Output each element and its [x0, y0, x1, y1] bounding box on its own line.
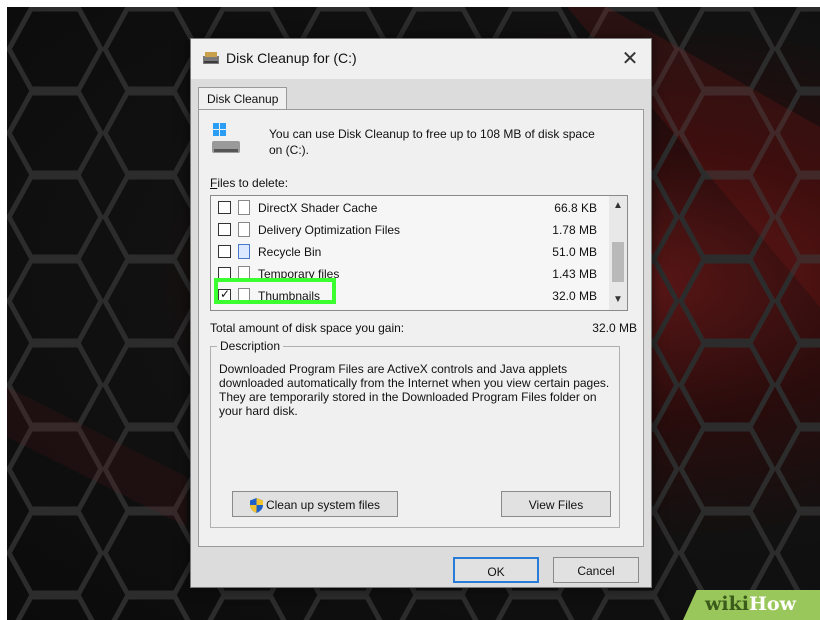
description-text: Downloaded Program Files are ActiveX con… — [219, 362, 610, 418]
close-icon: ✕ — [621, 48, 639, 70]
checkbox[interactable] — [218, 201, 231, 214]
list-scrollbar[interactable]: ▲ ▼ — [609, 196, 627, 310]
intro-text: You can use Disk Cleanup to free up to 1… — [269, 127, 595, 157]
clean-up-system-files-label: Clean up system files — [265, 498, 381, 512]
tab-disk-cleanup[interactable]: Disk Cleanup — [198, 87, 288, 110]
ok-button[interactable]: OK — [453, 557, 539, 583]
file-size: 32.0 MB — [552, 289, 597, 303]
recycle-bin-icon — [238, 244, 250, 259]
file-size: 1.78 MB — [552, 223, 597, 237]
scroll-thumb[interactable] — [612, 242, 624, 282]
checkbox[interactable] — [218, 223, 231, 236]
view-files-button[interactable]: View Files — [501, 491, 611, 517]
thumbnails-highlight-box — [214, 278, 336, 304]
files-to-delete-label: Files to delete: — [210, 176, 288, 190]
clean-up-system-files-button[interactable]: Clean up system files — [232, 491, 398, 517]
wikihow-watermark: wikiHow — [683, 590, 820, 620]
file-size: 66.8 KB — [554, 201, 597, 215]
checkbox[interactable] — [218, 245, 231, 258]
total-space-value: 32.0 MB — [592, 321, 637, 335]
scroll-down-icon[interactable]: ▼ — [609, 292, 627, 308]
tab-strip: Disk Cleanup — [191, 79, 651, 110]
file-size: 51.0 MB — [552, 245, 597, 259]
file-size: 1.43 MB — [552, 267, 597, 281]
disk-cleanup-app-icon — [203, 52, 219, 64]
title-bar[interactable]: Disk Cleanup for (C:) ✕ — [191, 39, 651, 79]
uac-shield-icon — [249, 498, 263, 514]
total-space-label: Total amount of disk space you gain: — [210, 321, 405, 335]
file-name: Recycle Bin — [258, 245, 322, 259]
file-name: Delivery Optimization Files — [258, 223, 401, 237]
drive-cleanup-icon — [212, 123, 240, 153]
disk-cleanup-dialog: Disk Cleanup for (C:) ✕ Disk Cleanup You… — [190, 38, 652, 588]
description-legend: Description — [217, 339, 284, 353]
scroll-up-icon[interactable]: ▲ — [609, 198, 627, 214]
list-item-recycle-bin[interactable]: Recycle Bin 51.0 MB — [211, 242, 603, 262]
files-label-text: iles to delete: — [217, 176, 289, 190]
window-title: Disk Cleanup for (C:) — [226, 50, 357, 66]
file-name: DirectX Shader Cache — [258, 201, 378, 215]
list-item-directx-shader-cache[interactable]: DirectX Shader Cache 66.8 KB — [211, 198, 603, 218]
wikihow-logo: wikiHow — [705, 593, 796, 615]
close-button[interactable]: ✕ — [617, 46, 643, 72]
file-icon — [238, 200, 250, 215]
file-icon — [238, 222, 250, 237]
list-item-delivery-optimization-files[interactable]: Delivery Optimization Files 1.78 MB — [211, 220, 603, 240]
cancel-button[interactable]: Cancel — [553, 557, 639, 583]
